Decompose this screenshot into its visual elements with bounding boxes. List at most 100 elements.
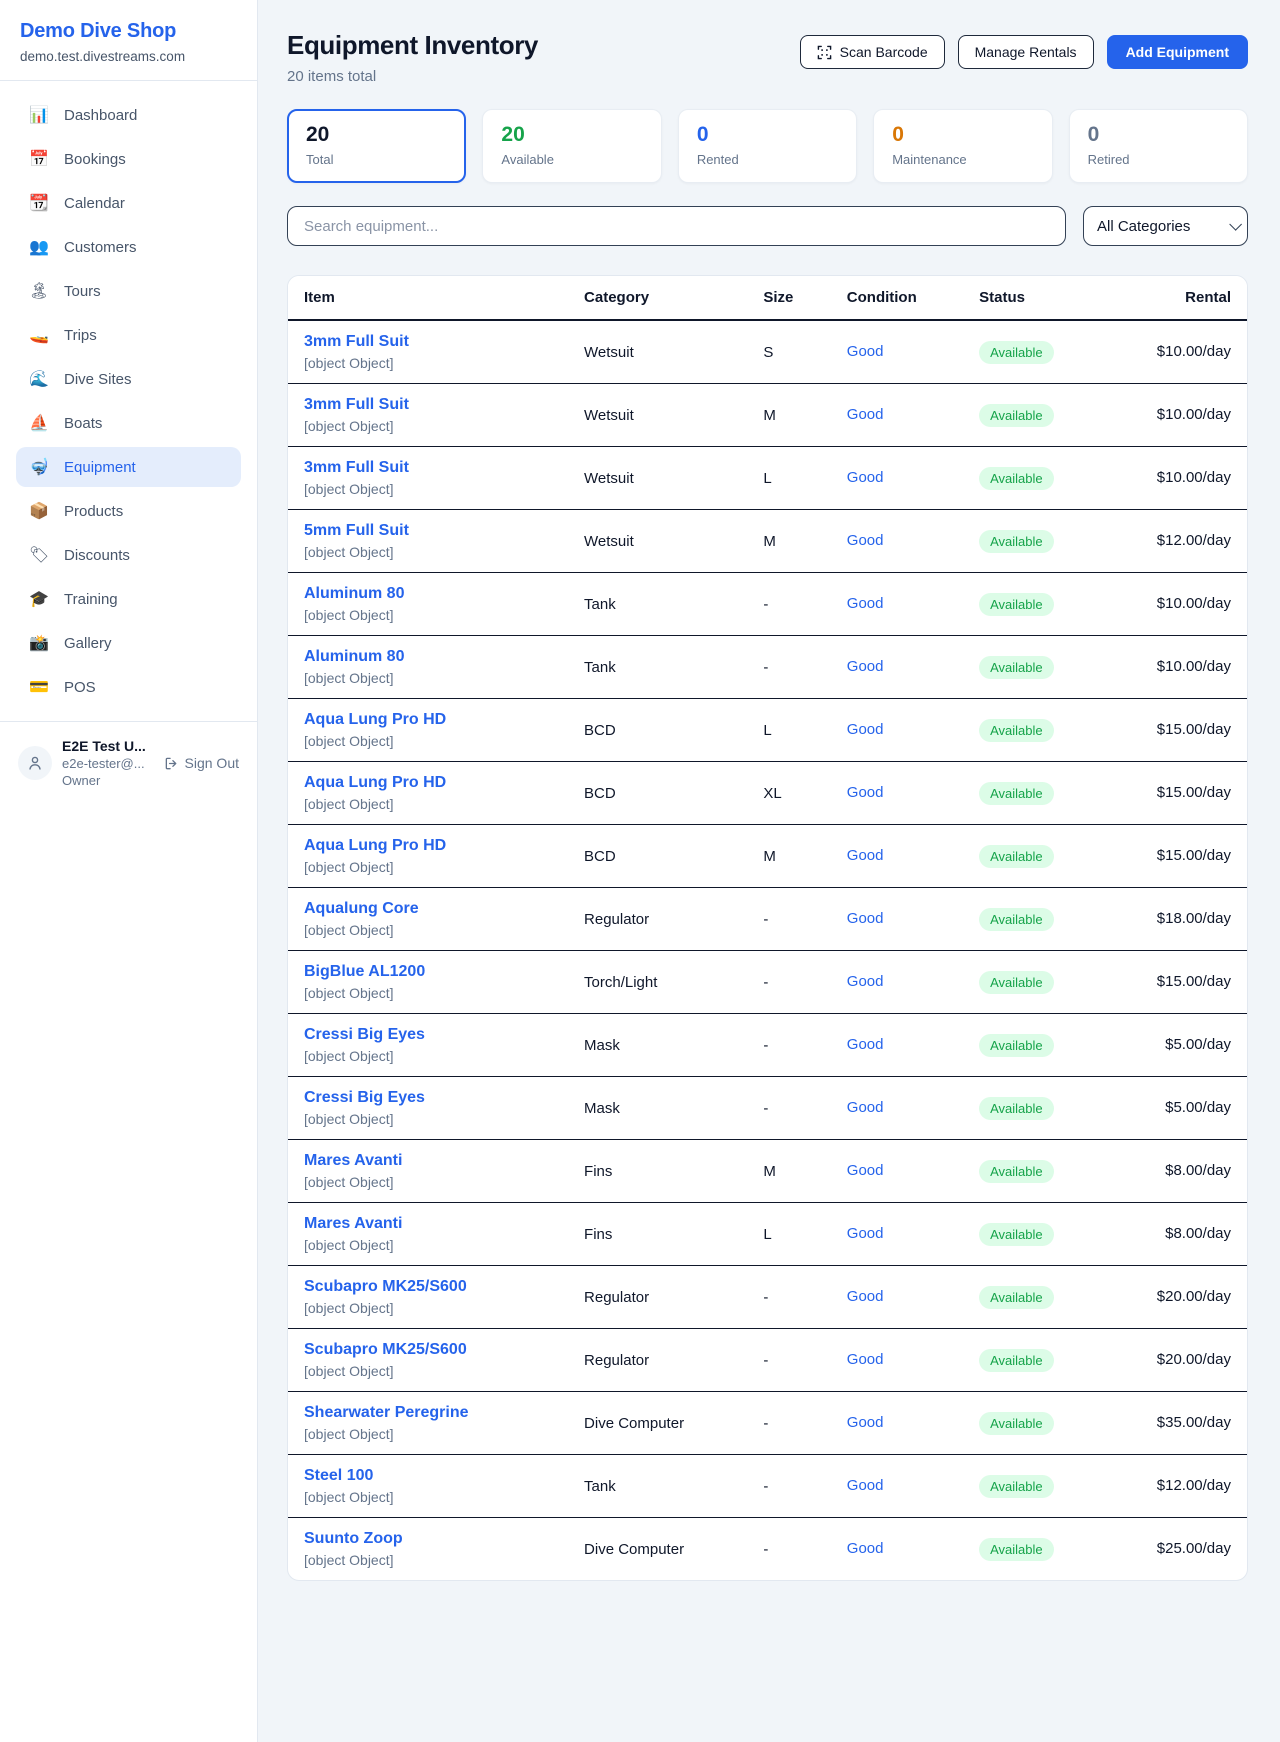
sidebar-item[interactable]: 🏝 Tours [16, 271, 241, 311]
condition-link[interactable]: Good [847, 1414, 884, 1431]
stat-card[interactable]: 0 Retired [1069, 109, 1248, 183]
sidebar-item[interactable]: 🌊 Dive Sites [16, 359, 241, 399]
manage-rentals-button[interactable]: Manage Rentals [958, 35, 1094, 69]
sidebar-item-label: Tours [64, 283, 101, 300]
discounts-icon: 🏷 [28, 545, 50, 565]
brand-name[interactable]: Demo Dive Shop [20, 20, 237, 43]
sidebar-item[interactable]: 📸 Gallery [16, 623, 241, 663]
condition-link[interactable]: Good [847, 595, 884, 612]
item-name-link[interactable]: Scubapro MK25/S600 [304, 1278, 552, 1296]
user-footer: E2E Test U... e2e-tester@... Owner Sign … [0, 721, 257, 788]
condition-link[interactable]: Good [847, 1477, 884, 1494]
status-badge: Available [979, 1034, 1054, 1057]
condition-link[interactable]: Good [847, 721, 884, 738]
item-name-link[interactable]: Aqua Lung Pro HD [304, 837, 552, 855]
status-badge: Available [979, 908, 1054, 931]
sidebar-item[interactable]: 📅 Bookings [16, 139, 241, 179]
condition-link[interactable]: Good [847, 469, 884, 486]
item-name-link[interactable]: Cressi Big Eyes [304, 1026, 552, 1044]
sidebar: Demo Dive Shop demo.test.divestreams.com… [0, 0, 258, 1742]
rental-price: $5.00/day [1165, 1099, 1231, 1116]
status-badge: Available [979, 782, 1054, 805]
condition-link[interactable]: Good [847, 1225, 884, 1242]
item-name-link[interactable]: Aqualung Core [304, 900, 552, 918]
category-select[interactable]: All Categories [1083, 206, 1248, 246]
sidebar-item[interactable]: 👥 Customers [16, 227, 241, 267]
item-size: XL [747, 762, 830, 825]
sidebar-item[interactable]: ⛵ Boats [16, 403, 241, 443]
stat-card[interactable]: 20 Available [482, 109, 661, 183]
item-name-link[interactable]: Steel 100 [304, 1467, 552, 1485]
item-name-link[interactable]: 3mm Full Suit [304, 459, 552, 477]
item-size: L [747, 447, 830, 510]
stat-card[interactable]: 20 Total [287, 109, 466, 183]
item-name-link[interactable]: Shearwater Peregrine [304, 1404, 552, 1422]
search-input[interactable] [287, 206, 1066, 246]
item-name-link[interactable]: Aqua Lung Pro HD [304, 711, 552, 729]
item-category: Tank [568, 573, 747, 636]
column-header-category: Category [568, 276, 747, 320]
item-name-link[interactable]: 3mm Full Suit [304, 333, 552, 351]
sidebar-item[interactable]: 🚤 Trips [16, 315, 241, 355]
sign-out-button[interactable]: Sign Out [164, 755, 239, 771]
item-name-link[interactable]: Aluminum 80 [304, 648, 552, 666]
condition-link[interactable]: Good [847, 1099, 884, 1116]
sidebar-item[interactable]: 📦 Products [16, 491, 241, 531]
condition-link[interactable]: Good [847, 847, 884, 864]
item-brand: [object Object] [304, 607, 552, 623]
item-name-link[interactable]: Mares Avanti [304, 1215, 552, 1233]
stat-card[interactable]: 0 Rented [678, 109, 857, 183]
stat-label: Total [306, 152, 447, 167]
item-name-link[interactable]: Scubapro MK25/S600 [304, 1341, 552, 1359]
item-name-link[interactable]: Aqua Lung Pro HD [304, 774, 552, 792]
item-brand: [object Object] [304, 355, 552, 371]
condition-link[interactable]: Good [847, 973, 884, 990]
scan-barcode-button[interactable]: Scan Barcode [800, 35, 945, 69]
condition-link[interactable]: Good [847, 910, 884, 927]
item-size: - [747, 1014, 830, 1077]
sidebar-item[interactable]: 📆 Calendar [16, 183, 241, 223]
item-brand: [object Object] [304, 1363, 552, 1379]
page-title-block: Equipment Inventory 20 items total [287, 30, 538, 85]
status-badge: Available [979, 1349, 1054, 1372]
table-body: 3mm Full Suit [object Object] Wetsuit S … [288, 320, 1247, 1580]
item-name-link[interactable]: Suunto Zoop [304, 1530, 552, 1548]
item-size: - [747, 636, 830, 699]
condition-link[interactable]: Good [847, 1162, 884, 1179]
sidebar-item[interactable]: 📊 Dashboard [16, 95, 241, 135]
item-name-link[interactable]: Aluminum 80 [304, 585, 552, 603]
trips-icon: 🚤 [28, 325, 50, 345]
table-row: BigBlue AL1200 [object Object] Torch/Lig… [288, 951, 1247, 1014]
item-size: M [747, 510, 830, 573]
condition-link[interactable]: Good [847, 1036, 884, 1053]
table-row: Scubapro MK25/S600 [object Object] Regul… [288, 1329, 1247, 1392]
condition-link[interactable]: Good [847, 532, 884, 549]
item-name-link[interactable]: 5mm Full Suit [304, 522, 552, 540]
sidebar-item-label: Equipment [64, 459, 136, 476]
condition-link[interactable]: Good [847, 1288, 884, 1305]
customers-icon: 👥 [28, 237, 50, 257]
item-name-link[interactable]: 3mm Full Suit [304, 396, 552, 414]
add-equipment-button[interactable]: Add Equipment [1107, 35, 1248, 69]
item-name-link[interactable]: Cressi Big Eyes [304, 1089, 552, 1107]
pos-icon: 💳 [28, 677, 50, 697]
header-actions: Scan Barcode Manage Rentals Add Equipmen… [800, 35, 1248, 69]
item-name-link[interactable]: Mares Avanti [304, 1152, 552, 1170]
sidebar-item[interactable]: 🏷 Discounts [16, 535, 241, 575]
condition-link[interactable]: Good [847, 1351, 884, 1368]
condition-link[interactable]: Good [847, 343, 884, 360]
sidebar-item[interactable]: 💳 POS [16, 667, 241, 707]
item-name-link[interactable]: BigBlue AL1200 [304, 963, 552, 981]
condition-link[interactable]: Good [847, 658, 884, 675]
stat-card[interactable]: 0 Maintenance [873, 109, 1052, 183]
condition-link[interactable]: Good [847, 406, 884, 423]
rental-price: $10.00/day [1157, 658, 1231, 675]
condition-link[interactable]: Good [847, 784, 884, 801]
sidebar-item[interactable]: 🤿 Equipment [16, 447, 241, 487]
table-row: Aqualung Core [object Object] Regulator … [288, 888, 1247, 951]
column-header-condition: Condition [831, 276, 963, 320]
condition-link[interactable]: Good [847, 1540, 884, 1557]
item-category: Wetsuit [568, 384, 747, 447]
sidebar-item[interactable]: 🎓 Training [16, 579, 241, 619]
table-row: Aqua Lung Pro HD [object Object] BCD L G… [288, 699, 1247, 762]
